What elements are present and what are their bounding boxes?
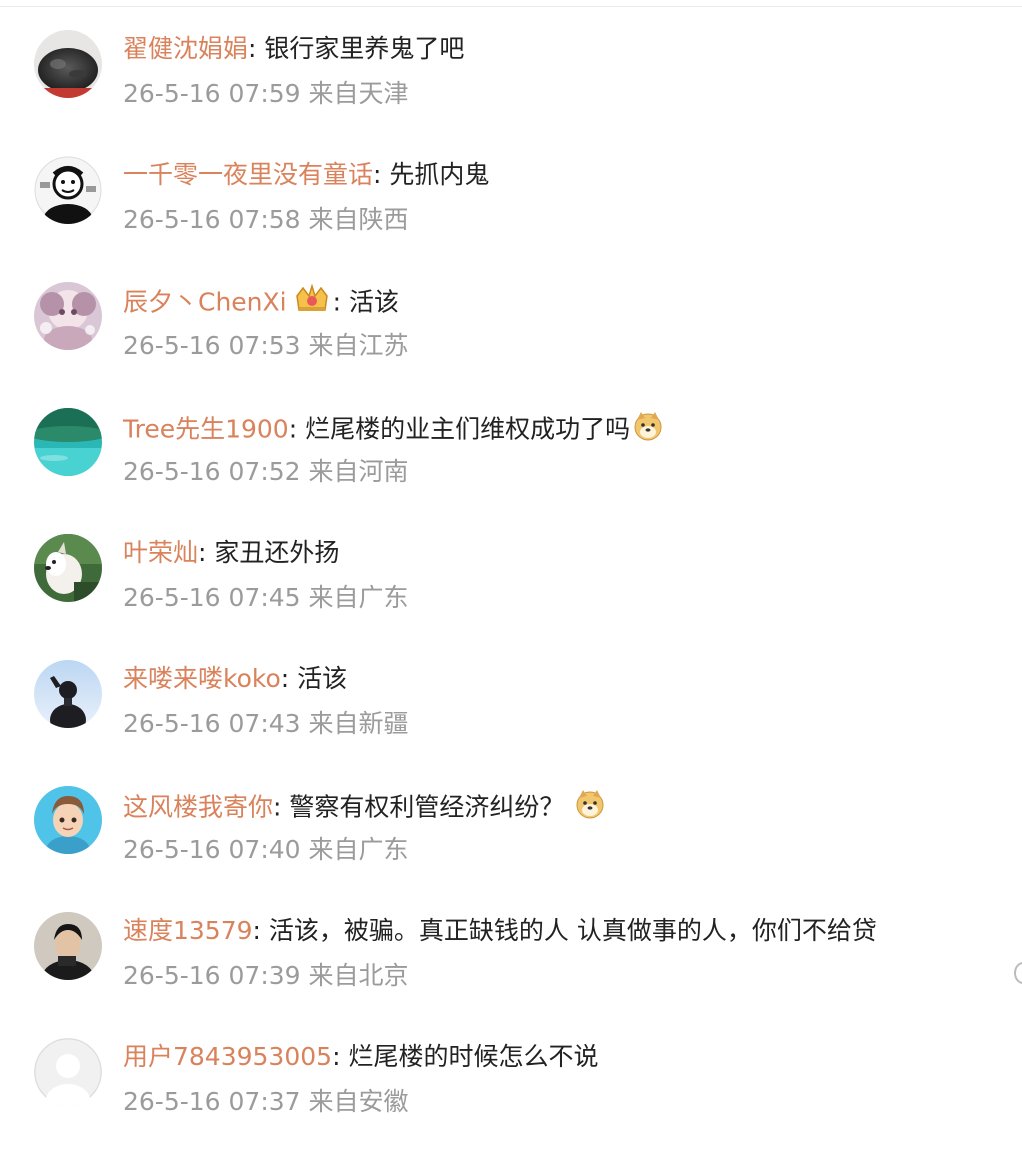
comment-text: 活该，被骗。真正缺钱的人 认真做事的人，你们不给贷 — [268, 916, 877, 945]
comment-text: 烂尾楼的业主们维权成功了吗 — [305, 414, 631, 444]
comment-username[interactable]: 叶荣灿 — [123, 538, 198, 567]
comment-location: 来自广东 — [308, 835, 409, 864]
comment-time: 26-5-16 07:45 — [123, 583, 301, 612]
comment-meta: 26-5-16 07:39 来自北京 — [123, 960, 409, 992]
comment-meta: 26-5-16 07:40 来自广东 — [123, 834, 409, 866]
comment-item: 用户7843953005: 烂尾楼的时候怎么不说 26-5-16 07:37 来… — [0, 1038, 1022, 1164]
comment-location: 来自广东 — [308, 583, 409, 612]
colon: : — [280, 664, 290, 693]
avatar[interactable] — [34, 30, 102, 98]
comment-meta: 26-5-16 07:58 来自陕西 — [123, 204, 409, 236]
comment-item: 叶荣灿: 家丑还外扬 26-5-16 07:45 来自广东 — [0, 534, 1022, 660]
comment-time: 26-5-16 07:52 — [123, 457, 301, 486]
comment-item: Tree先生1900: 烂尾楼的业主们维权成功了吗 26-5-16 07:52 … — [0, 408, 1022, 534]
comment-username[interactable]: 速度13579 — [123, 916, 253, 945]
comment-username[interactable]: 来喽来喽koko — [123, 664, 281, 693]
comment-text: 先抓内鬼 — [389, 160, 490, 189]
doge-emoji-icon — [632, 410, 664, 451]
comment-username[interactable]: 这风楼我寄你 — [123, 793, 273, 822]
comment-line: Tree先生1900: 烂尾楼的业主们维权成功了吗 — [123, 410, 664, 444]
comment-time: 26-5-16 07:39 — [123, 961, 301, 990]
comment-line: 辰夕丶ChenXi : 活该 — [123, 283, 400, 318]
avatar[interactable] — [34, 912, 102, 980]
colon: : — [198, 538, 207, 567]
comment-meta: 26-5-16 07:43 来自新疆 — [123, 708, 409, 740]
comment-time: 26-5-16 07:59 — [123, 79, 301, 108]
comment-location: 来自天津 — [308, 79, 409, 108]
comment-location: 来自新疆 — [308, 709, 409, 738]
comment-location: 来自北京 — [308, 961, 409, 990]
colon: : — [248, 34, 257, 63]
comment-username[interactable]: Tree先生1900 — [123, 415, 289, 444]
comment-meta: 26-5-16 07:59 来自天津 — [123, 78, 409, 110]
avatar[interactable] — [34, 282, 102, 350]
avatar[interactable] — [34, 408, 102, 476]
comment-text: 活该 — [297, 664, 348, 693]
doge-emoji-icon — [574, 788, 606, 829]
comment-meta: 26-5-16 07:45 来自广东 — [123, 582, 409, 614]
colon: : — [373, 160, 382, 189]
comment-item: 速度13579: 活该，被骗。真正缺钱的人 认真做事的人，你们不给贷 26-5-… — [0, 912, 1022, 1038]
colon: : — [332, 1042, 341, 1071]
comment-text: 家丑还外扬 — [214, 538, 340, 567]
colon: : — [288, 414, 298, 444]
comment-text: 活该 — [349, 287, 400, 317]
comment-line: 这风楼我寄你: 警察有权利管经济纠纷？ — [123, 788, 606, 822]
comment-text: 烂尾楼的时候怎么不说 — [348, 1042, 599, 1071]
comment-text: 银行家里养鬼了吧 — [264, 34, 465, 63]
comment-item: 来喽来喽koko: 活该 26-5-16 07:43 来自新疆 — [0, 660, 1022, 786]
comment-item: 翟健沈娟娟: 银行家里养鬼了吧 26-5-16 07:59 来自天津 — [0, 30, 1022, 156]
comment-location: 来自陕西 — [308, 205, 409, 234]
comment-line: 用户7843953005: 烂尾楼的时候怎么不说 — [123, 1040, 598, 1074]
comment-time: 26-5-16 07:53 — [123, 331, 301, 360]
comment-line: 来喽来喽koko: 活该 — [123, 662, 347, 696]
avatar[interactable] — [34, 660, 102, 728]
comment-line: 叶荣灿: 家丑还外扬 — [123, 536, 339, 570]
avatar[interactable] — [34, 534, 102, 602]
avatar[interactable] — [34, 1038, 102, 1106]
comment-item: 这风楼我寄你: 警察有权利管经济纠纷？ 26-5-16 07:40 来自广东 — [0, 786, 1022, 912]
avatar[interactable] — [34, 786, 102, 854]
comment-list: 翟健沈娟娟: 银行家里养鬼了吧 26-5-16 07:59 来自天津 一千零一夜… — [0, 0, 1022, 1116]
comment-meta: 26-5-16 07:52 来自河南 — [123, 456, 409, 488]
comment-location: 来自河南 — [308, 457, 409, 486]
comment-time: 26-5-16 07:43 — [123, 709, 301, 738]
comment-time: 26-5-16 07:40 — [123, 835, 301, 864]
comment-line: 一千零一夜里没有童话: 先抓内鬼 — [123, 158, 489, 192]
avatar[interactable] — [34, 156, 102, 224]
comment-time: 26-5-16 07:58 — [123, 205, 301, 234]
comment-item: 一千零一夜里没有童话: 先抓内鬼 26-5-16 07:58 来自陕西 — [0, 156, 1022, 282]
comment-username[interactable]: 一千零一夜里没有童话 — [123, 160, 373, 189]
colon: : — [273, 792, 282, 822]
comment-username[interactable]: 辰夕丶ChenXi — [123, 288, 287, 317]
comment-meta: 26-5-16 07:37 来自安徽 — [123, 1086, 409, 1118]
comment-line: 翟健沈娟娟: 银行家里养鬼了吧 — [123, 32, 464, 66]
comment-line: 速度13579: 活该，被骗。真正缺钱的人 认真做事的人，你们不给贷 — [123, 914, 877, 948]
comment-text: 警察有权利管经济纠纷？ — [289, 792, 565, 822]
comment-location: 来自江苏 — [308, 331, 409, 360]
comment-username[interactable]: 用户7843953005 — [123, 1042, 332, 1071]
comment-meta: 26-5-16 07:53 来自江苏 — [123, 330, 409, 362]
crown-badge-icon[interactable] — [293, 283, 331, 323]
colon: : — [332, 287, 342, 317]
colon: : — [252, 916, 261, 945]
comment-username[interactable]: 翟健沈娟娟 — [123, 34, 248, 63]
comment-item: 辰夕丶ChenXi : 活该 26-5-16 07:53 来自江苏 — [0, 282, 1022, 408]
